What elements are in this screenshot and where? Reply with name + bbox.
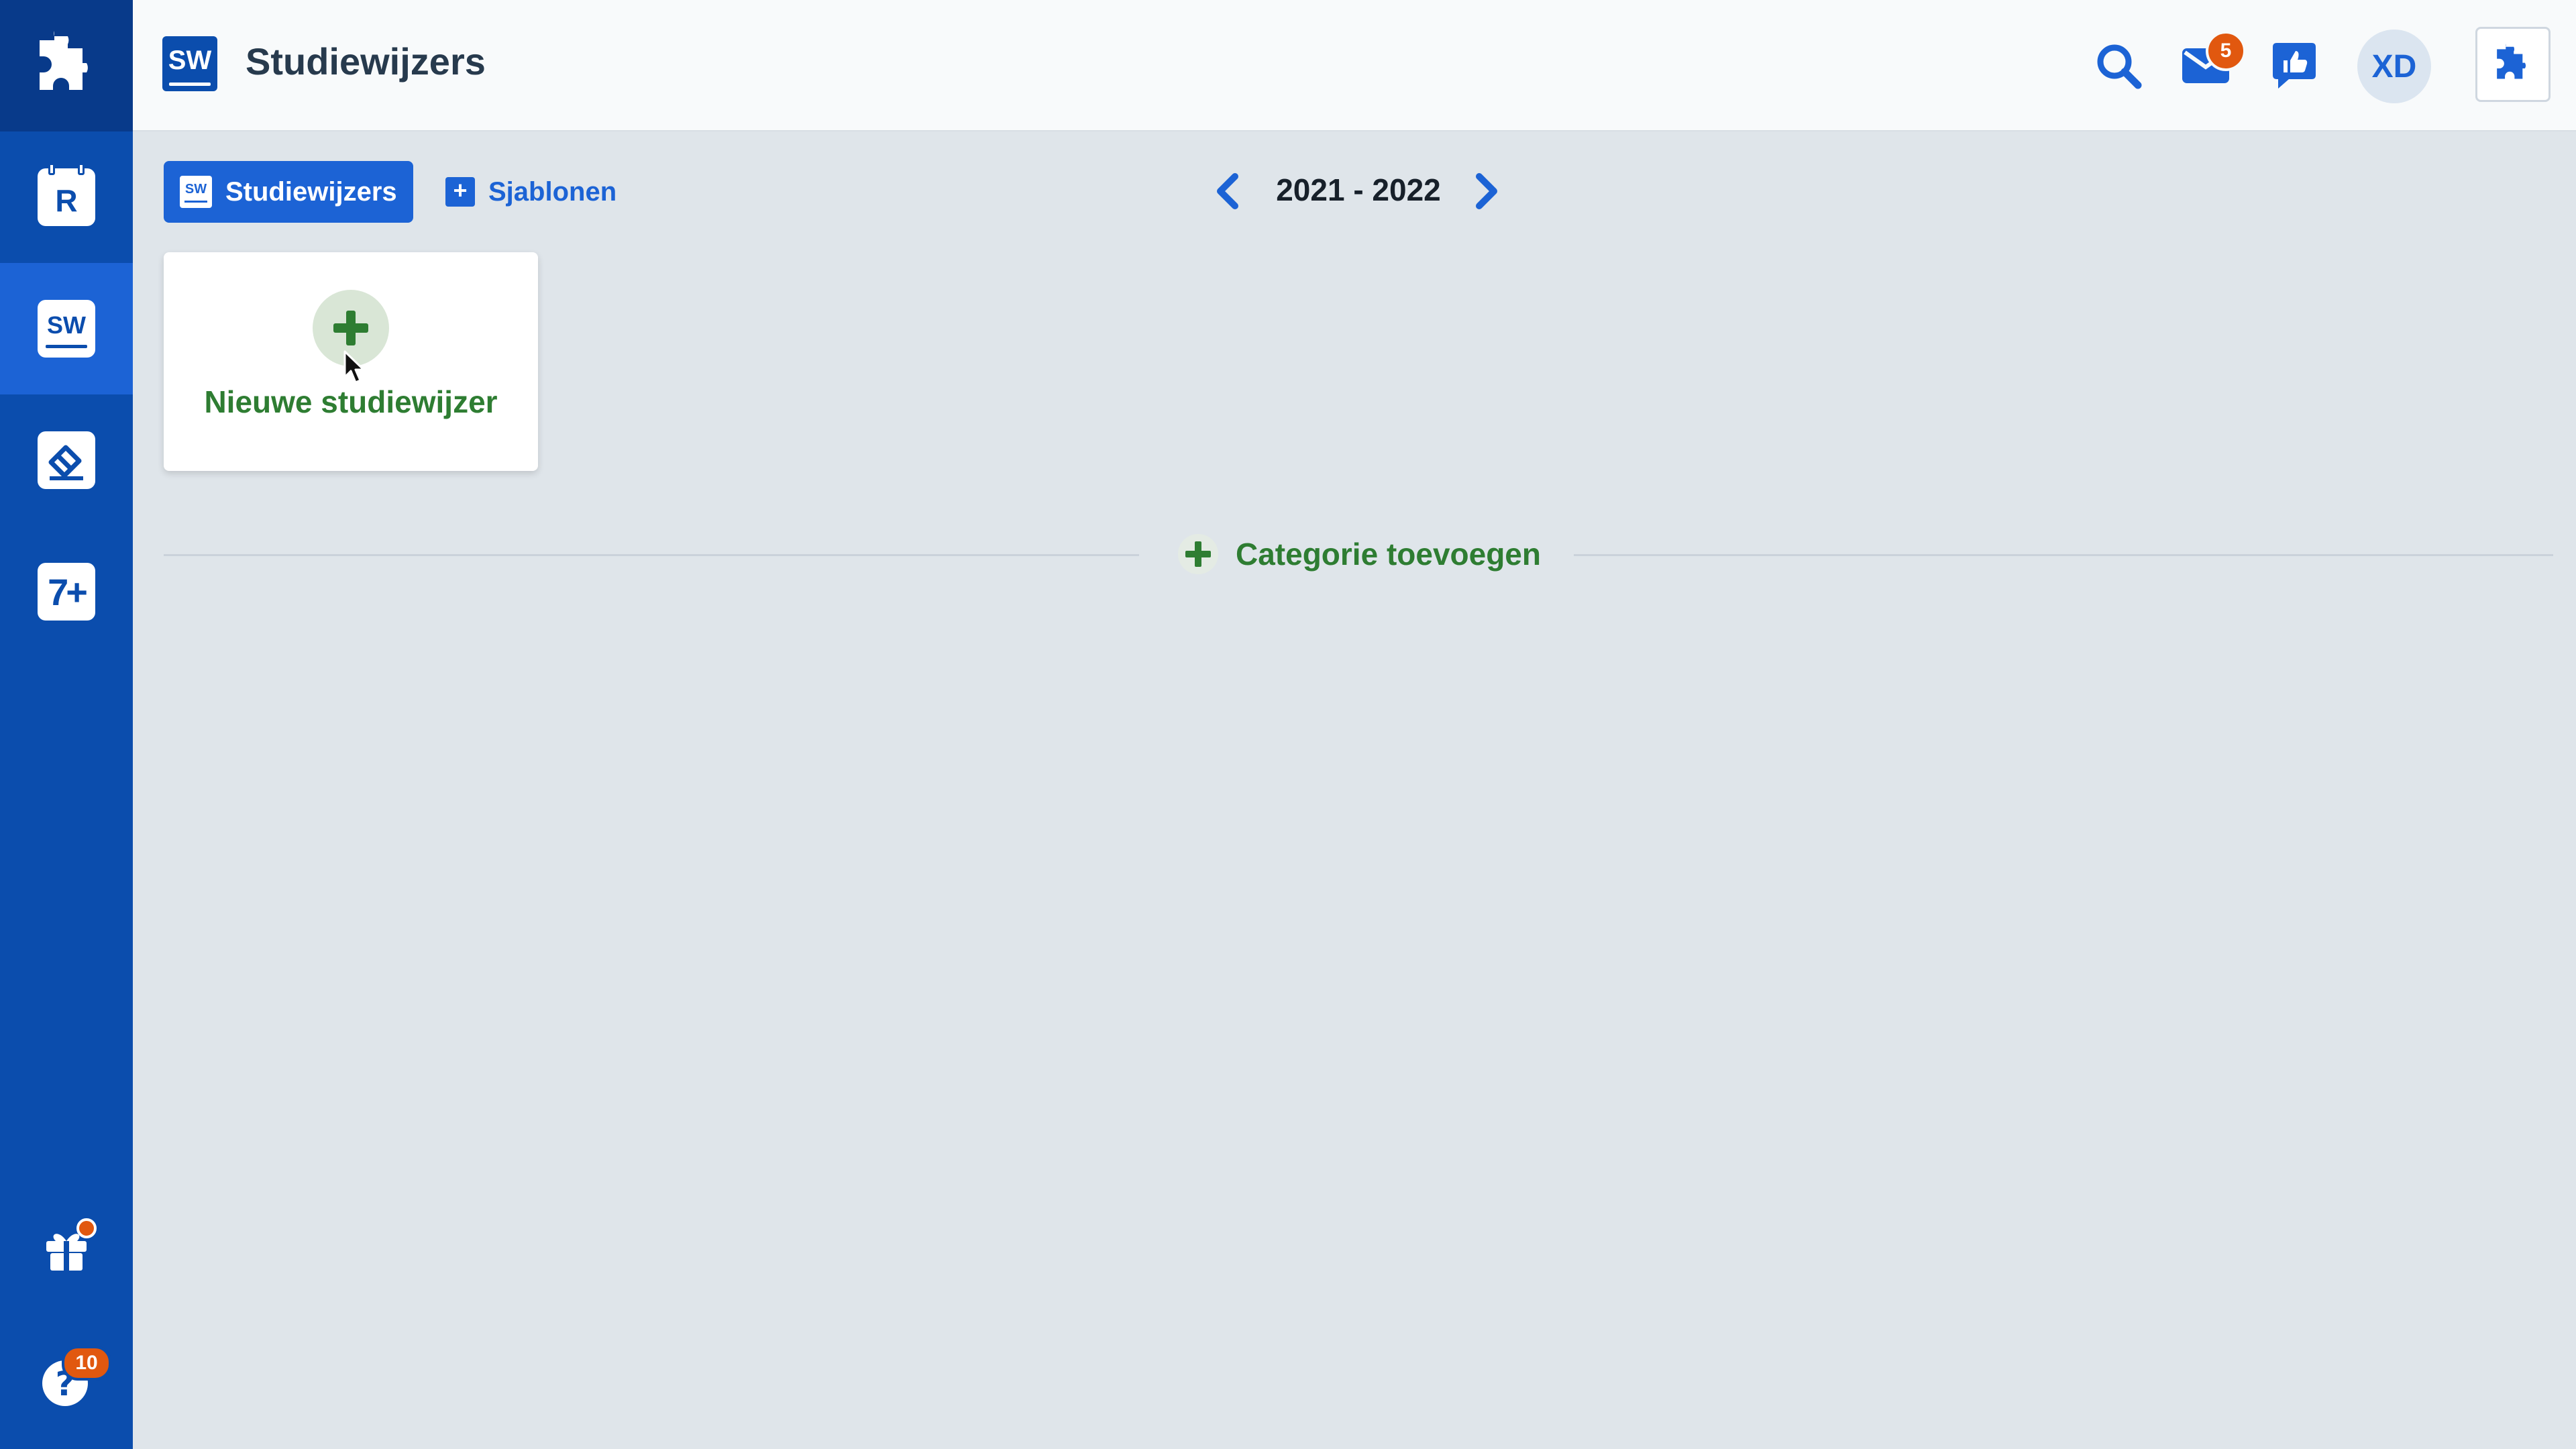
sidebar-item-studiewijzers-letter: SW: [47, 311, 86, 339]
divider-right: [1574, 554, 2553, 556]
previous-year-button[interactable]: [1203, 168, 1250, 215]
calendar-r-icon: R: [38, 163, 95, 226]
plugin-icon: [2497, 44, 2526, 79]
feedback-button[interactable]: [2267, 39, 2321, 93]
tab-sjablonen-label: Sjablonen: [488, 176, 617, 207]
search-button[interactable]: [2092, 39, 2145, 93]
help-badge: 10: [62, 1346, 111, 1381]
year-label: 2021 - 2022: [1276, 172, 1441, 207]
tab-studiewijzers[interactable]: SW Studiewijzers: [164, 161, 413, 223]
sidebar-item-cijfers-letter: 7+: [48, 570, 88, 613]
add-category-plus-glyph: [1185, 541, 1211, 567]
search-icon: [2097, 44, 2142, 89]
add-category-button[interactable]: Categorie toevoegen: [1178, 530, 1541, 578]
header-sw-badge: SW: [162, 36, 217, 91]
sidebar-item-cijfers[interactable]: 7+: [0, 526, 133, 657]
template-add-icon: +: [445, 177, 475, 207]
gift-notification-dot: [76, 1218, 97, 1238]
studiewijzer-icon: SW: [38, 300, 95, 358]
mail-badge: 5: [2206, 31, 2246, 71]
sidebar-item-gift[interactable]: [0, 1183, 133, 1315]
puzzle-logo-icon: [40, 31, 88, 90]
divider-left: [164, 554, 1139, 556]
tab-studiewijzers-label: Studiewijzers: [225, 176, 397, 207]
sidebar-item-rooster[interactable]: R: [0, 131, 133, 263]
tab-sjablonen[interactable]: + Sjablonen: [445, 161, 616, 223]
sidebar-item-studiewijzers[interactable]: SW: [0, 263, 133, 394]
studiewijzer-tab-icon: SW: [180, 176, 212, 208]
sidebar-item-rooster-letter: R: [55, 183, 78, 218]
add-category-label: Categorie toevoegen: [1236, 537, 1541, 572]
chevron-left-icon: [1217, 173, 1238, 209]
header-sw-badge-text: SW: [168, 45, 212, 75]
app-logo[interactable]: [0, 0, 133, 131]
page-title: Studiewijzers: [246, 40, 486, 83]
mouse-cursor-icon: [343, 350, 365, 384]
add-category-plus-icon: [1178, 534, 1218, 574]
plugin-button[interactable]: [2475, 27, 2551, 102]
sidebar-item-inleveropdrachten[interactable]: [0, 394, 133, 526]
next-year-button[interactable]: [1464, 168, 1511, 215]
sidebar: R SW 7+ ? 10: [0, 0, 133, 1449]
avatar[interactable]: XD: [2357, 30, 2431, 103]
eraser-icon: [38, 431, 95, 489]
feedback-icon: [2273, 43, 2316, 89]
eraser-glyph: [48, 445, 83, 480]
sidebar-item-help[interactable]: ? 10: [0, 1315, 133, 1446]
chevron-right-icon: [1476, 173, 1497, 209]
grades-icon: 7+: [38, 563, 95, 621]
plus-glyph: [333, 311, 368, 345]
studiewijzer-tab-icon-text: SW: [184, 181, 207, 197]
new-studiewijzer-label: Nieuwe studiewijzer: [204, 384, 498, 419]
